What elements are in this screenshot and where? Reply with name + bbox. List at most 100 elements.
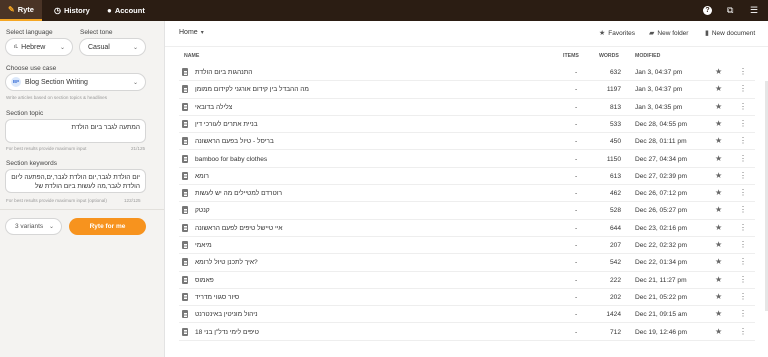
star-icon[interactable]: ★ bbox=[715, 154, 722, 163]
document-name: קנטק bbox=[195, 207, 210, 215]
star-icon[interactable]: ★ bbox=[715, 171, 722, 180]
top-navigation-bar: ✎ Ryte ◷ History ● Account ? ⧉ ☰ bbox=[0, 0, 768, 21]
column-words[interactable]: WORDS bbox=[599, 53, 619, 59]
table-row[interactable]: התנהגות ביום הולדת - 632 Jan 3, 04:37 pm ★ ⋮ bbox=[179, 64, 755, 82]
tab-account[interactable]: ● Account bbox=[107, 0, 145, 21]
document-items: - bbox=[575, 103, 578, 111]
document-modified: Dec 26, 05:27 pm bbox=[635, 207, 688, 215]
keywords-input[interactable]: יום הולדת לגבר,יום הולדת לגבר,ים,הפתעה ל… bbox=[5, 169, 146, 193]
more-options-icon[interactable]: ⋮ bbox=[739, 188, 747, 197]
more-options-icon[interactable]: ⋮ bbox=[739, 171, 747, 180]
table-row[interactable]: צלילה בדובאי - 813 Jan 3, 04:35 pm ★ ⋮ bbox=[179, 99, 755, 116]
document-icon bbox=[182, 310, 188, 319]
star-icon[interactable]: ★ bbox=[715, 257, 722, 266]
help-button[interactable]: ? bbox=[703, 0, 712, 21]
tone-label: Select tone bbox=[80, 29, 113, 36]
topic-label: Section topic bbox=[6, 110, 44, 117]
star-icon[interactable]: ★ bbox=[715, 102, 722, 111]
star-icon[interactable]: ★ bbox=[715, 292, 722, 301]
document-icon bbox=[182, 68, 188, 76]
table-row[interactable]: ניהול מוניטין באינטרנט - 1424 Dec 21, 09:15… bbox=[179, 306, 755, 324]
tab-ryte[interactable]: ✎ Ryte bbox=[0, 0, 42, 21]
table-row[interactable]: bamboo for baby clothes - 1150 Dec 27, 04:3… bbox=[179, 151, 755, 168]
table-row[interactable]: פאמוס - 222 Dec 21, 11:27 pm ★ ⋮ bbox=[179, 272, 755, 289]
favorites-button[interactable]: ★ Favorites bbox=[599, 29, 636, 38]
chevron-down-icon: ⌄ bbox=[132, 79, 138, 86]
menu-button[interactable]: ☰ bbox=[750, 0, 758, 21]
more-options-icon[interactable]: ⋮ bbox=[739, 84, 747, 93]
star-icon[interactable]: ★ bbox=[715, 119, 722, 128]
document-icon bbox=[182, 102, 188, 111]
table-row[interactable]: מה ההבדל בין קידום אורגני לקידום ממומן - 1… bbox=[179, 81, 755, 99]
table-row[interactable]: בריסל - טיול בפעם הראשונה - 450 Dec 28, 01:… bbox=[179, 133, 755, 151]
document-items: - bbox=[575, 138, 578, 146]
more-options-icon[interactable]: ⋮ bbox=[739, 292, 747, 301]
more-options-icon[interactable]: ⋮ bbox=[739, 327, 747, 336]
variants-value: 3 variants bbox=[15, 223, 44, 230]
document-name: התנהגות ביום הולדת bbox=[195, 69, 253, 76]
document-modified: Dec 19, 12:46 pm bbox=[635, 328, 688, 336]
star-icon[interactable]: ★ bbox=[715, 205, 722, 214]
more-options-icon[interactable]: ⋮ bbox=[739, 257, 747, 266]
breadcrumb[interactable]: Home ▾ bbox=[179, 29, 204, 36]
table-row[interactable]: רומא - 613 Dec 27, 02:39 pm ★ ⋮ bbox=[179, 168, 755, 186]
document-words: 542 bbox=[609, 259, 621, 267]
use-case-select[interactable]: BP Blog Section Writing ⌄ bbox=[5, 73, 146, 91]
document-icon bbox=[182, 206, 188, 215]
table-row[interactable]: מיאמי - 207 Dec 22, 02:32 pm ★ ⋮ bbox=[179, 237, 755, 255]
tab-history[interactable]: ◷ History bbox=[54, 0, 90, 21]
star-icon[interactable]: ★ bbox=[715, 327, 722, 336]
chevron-down-icon: ⌄ bbox=[132, 44, 138, 51]
star-icon[interactable]: ★ bbox=[715, 275, 722, 284]
star-icon[interactable]: ★ bbox=[715, 240, 722, 249]
table-row[interactable]: קנטק - 528 Dec 26, 05:27 pm ★ ⋮ bbox=[179, 202, 755, 220]
document-words: 712 bbox=[609, 328, 621, 336]
new-folder-label: New folder bbox=[657, 29, 689, 37]
more-options-icon[interactable]: ⋮ bbox=[739, 136, 747, 145]
document-modified: Dec 22, 01:34 pm bbox=[635, 259, 688, 267]
more-options-icon[interactable]: ⋮ bbox=[739, 154, 747, 163]
table-row[interactable]: בניית אתרים לעורכי דין - 533 Dec 28, 04:55 … bbox=[179, 116, 755, 134]
table-row[interactable]: רוטרדם למטיילים מה יש לעשות - 462 Dec 26, 0… bbox=[179, 185, 755, 203]
star-icon[interactable]: ★ bbox=[715, 309, 722, 318]
star-icon[interactable]: ★ bbox=[715, 188, 722, 197]
more-options-icon[interactable]: ⋮ bbox=[739, 240, 747, 249]
topic-input[interactable]: המתעה לגבר ביום הולדת bbox=[5, 119, 146, 143]
document-modified: Dec 23, 02:16 pm bbox=[635, 224, 688, 232]
document-items: - bbox=[575, 259, 578, 267]
more-options-icon[interactable]: ⋮ bbox=[739, 309, 747, 318]
more-options-icon[interactable]: ⋮ bbox=[739, 275, 747, 284]
favorites-label: Favorites bbox=[608, 29, 636, 37]
clock-icon: ◷ bbox=[54, 5, 61, 15]
new-document-button[interactable]: ▮ New document bbox=[705, 29, 755, 38]
use-case-label: Choose use case bbox=[6, 65, 57, 72]
star-icon[interactable]: ★ bbox=[715, 67, 722, 76]
open-external-button[interactable]: ⧉ bbox=[727, 0, 733, 21]
star-icon[interactable]: ★ bbox=[715, 136, 722, 145]
language-prefix: ıL bbox=[14, 44, 19, 50]
more-options-icon[interactable]: ⋮ bbox=[739, 119, 747, 128]
column-modified[interactable]: MODIFIED bbox=[635, 53, 660, 59]
new-folder-button[interactable]: ▰ New folder bbox=[649, 29, 689, 38]
more-options-icon[interactable]: ⋮ bbox=[739, 102, 747, 111]
document-name: סיור סגווי מדריד bbox=[195, 293, 240, 301]
tone-select[interactable]: Casual ⌄ bbox=[79, 38, 146, 56]
language-select[interactable]: ıL Hebrew ⌄ bbox=[5, 38, 73, 56]
variants-select[interactable]: 3 variants ⌄ bbox=[5, 218, 62, 235]
more-options-icon[interactable]: ⋮ bbox=[739, 223, 747, 232]
breadcrumb-home: Home bbox=[179, 29, 198, 36]
column-items[interactable]: ITEMS bbox=[563, 53, 579, 59]
column-name[interactable]: NAME bbox=[184, 53, 199, 59]
more-options-icon[interactable]: ⋮ bbox=[739, 67, 747, 76]
table-row[interactable]: טיפים לימי נדל"ן בני 18 - 712 Dec 19, 12:46… bbox=[179, 324, 755, 341]
table-row[interactable]: סיור סגווי מדריד - 202 Dec 21, 05:22 pm ★ ⋮ bbox=[179, 289, 755, 307]
document-words: 207 bbox=[609, 242, 621, 249]
document-words: 813 bbox=[609, 103, 621, 111]
table-row[interactable]: איך לתכנן טיול לרומא? - 542 Dec 22, 01:34 p… bbox=[179, 254, 755, 272]
ryte-for-me-button[interactable]: Ryte for me bbox=[69, 218, 146, 235]
star-icon[interactable]: ★ bbox=[715, 223, 722, 232]
tab-ryte-label: Ryte bbox=[17, 5, 34, 14]
star-icon[interactable]: ★ bbox=[715, 84, 722, 93]
more-options-icon[interactable]: ⋮ bbox=[739, 205, 747, 214]
table-row[interactable]: איי טיישל טיפים לפעם הראשונה - 644 Dec 23, … bbox=[179, 220, 755, 237]
